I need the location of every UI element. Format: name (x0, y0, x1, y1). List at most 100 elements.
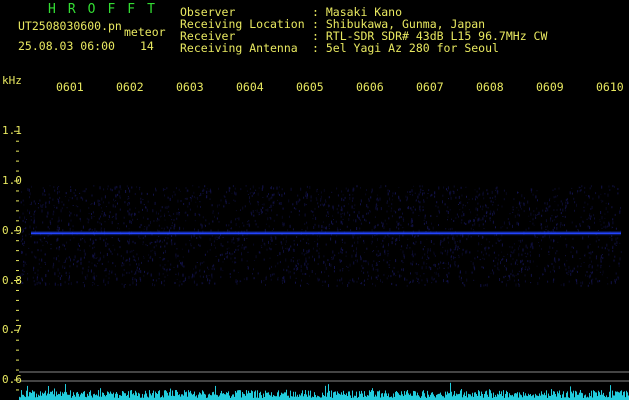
noise-speckle (398, 227, 400, 230)
noise-speckle (358, 277, 359, 280)
noise-speckle (135, 259, 137, 262)
power-bar (470, 394, 471, 400)
noise-speckle (57, 237, 59, 241)
power-bar (64, 391, 65, 400)
noise-speckle (70, 189, 72, 192)
noise-speckle (218, 204, 220, 207)
time-tick-label: 0609 (536, 80, 564, 94)
noise-speckle (212, 210, 214, 212)
noise-speckle (418, 200, 419, 203)
noise-speckle (75, 205, 77, 207)
noise-speckle (171, 225, 173, 227)
noise-speckle (485, 284, 487, 287)
noise-speckle (56, 228, 58, 231)
noise-speckle (462, 204, 464, 206)
noise-speckle (600, 264, 602, 266)
noise-speckle (240, 188, 242, 191)
noise-speckle (356, 280, 358, 283)
power-bar (415, 391, 416, 400)
noise-speckle (193, 268, 195, 270)
noise-speckle (592, 271, 593, 274)
noise-speckle (522, 263, 524, 266)
noise-speckle (178, 188, 180, 191)
noise-speckle (565, 237, 567, 240)
noise-speckle (523, 202, 525, 206)
noise-speckle (401, 245, 403, 248)
noise-speckle (587, 275, 589, 277)
noise-speckle (61, 274, 63, 277)
noise-speckle (424, 253, 426, 256)
power-bar (436, 394, 437, 400)
noise-speckle (76, 265, 78, 268)
power-bar (292, 396, 293, 400)
power-bar (396, 391, 397, 400)
noise-speckle (435, 205, 437, 207)
noise-speckle (605, 225, 607, 229)
noise-speckle (164, 194, 165, 197)
noise-speckle (270, 274, 272, 278)
power-bar (46, 395, 47, 400)
power-bar (191, 393, 192, 400)
noise-speckle (512, 252, 514, 254)
power-bar (414, 391, 415, 400)
noise-speckle (392, 270, 394, 273)
noise-speckle (400, 224, 402, 226)
noise-speckle (49, 283, 50, 285)
noise-speckle (230, 221, 232, 224)
noise-speckle (167, 274, 169, 276)
noise-speckle (477, 256, 479, 259)
noise-speckle (84, 284, 85, 288)
noise-speckle (439, 266, 441, 269)
noise-speckle (402, 212, 403, 215)
power-bar (103, 392, 104, 400)
noise-speckle (340, 213, 342, 216)
noise-speckle (495, 187, 497, 190)
noise-speckle (530, 273, 532, 277)
noise-speckle (300, 239, 302, 242)
noise-speckle (308, 275, 310, 277)
noise-speckle (69, 227, 71, 231)
noise-speckle (422, 190, 424, 191)
noise-speckle (155, 187, 156, 190)
noise-speckle (383, 273, 385, 276)
noise-speckle (603, 226, 605, 229)
noise-speckle (548, 250, 550, 253)
power-bar (150, 393, 151, 400)
noise-speckle (414, 235, 416, 238)
noise-speckle (367, 261, 369, 264)
noise-speckle (302, 238, 304, 240)
noise-speckle (280, 202, 282, 205)
noise-speckle (592, 251, 594, 254)
noise-speckle (24, 221, 26, 224)
noise-speckle (213, 244, 215, 246)
noise-speckle (322, 280, 324, 283)
noise-speckle (557, 241, 559, 243)
power-bar (82, 393, 83, 400)
noise-speckle (611, 206, 613, 209)
power-bar (469, 394, 470, 400)
noise-speckle (75, 189, 76, 191)
noise-speckle (559, 208, 561, 211)
noise-speckle (193, 274, 195, 278)
noise-speckle (550, 217, 552, 220)
noise-speckle (368, 274, 370, 277)
noise-speckle (119, 240, 121, 242)
power-bar (170, 388, 171, 400)
noise-speckle (391, 207, 393, 210)
power-bar (179, 394, 180, 400)
noise-speckle (402, 217, 404, 221)
noise-speckle (468, 209, 470, 211)
noise-speckle (206, 195, 208, 199)
noise-speckle (77, 260, 79, 263)
noise-speckle (607, 283, 609, 285)
noise-speckle (384, 219, 386, 222)
power-bar (602, 394, 603, 400)
noise-speckle (136, 279, 137, 283)
noise-speckle (381, 221, 383, 224)
noise-speckle (118, 190, 120, 194)
noise-speckle (347, 284, 349, 287)
power-bar (83, 391, 84, 400)
noise-speckle (429, 249, 431, 252)
noise-speckle (289, 275, 291, 279)
noise-speckle (378, 254, 380, 256)
